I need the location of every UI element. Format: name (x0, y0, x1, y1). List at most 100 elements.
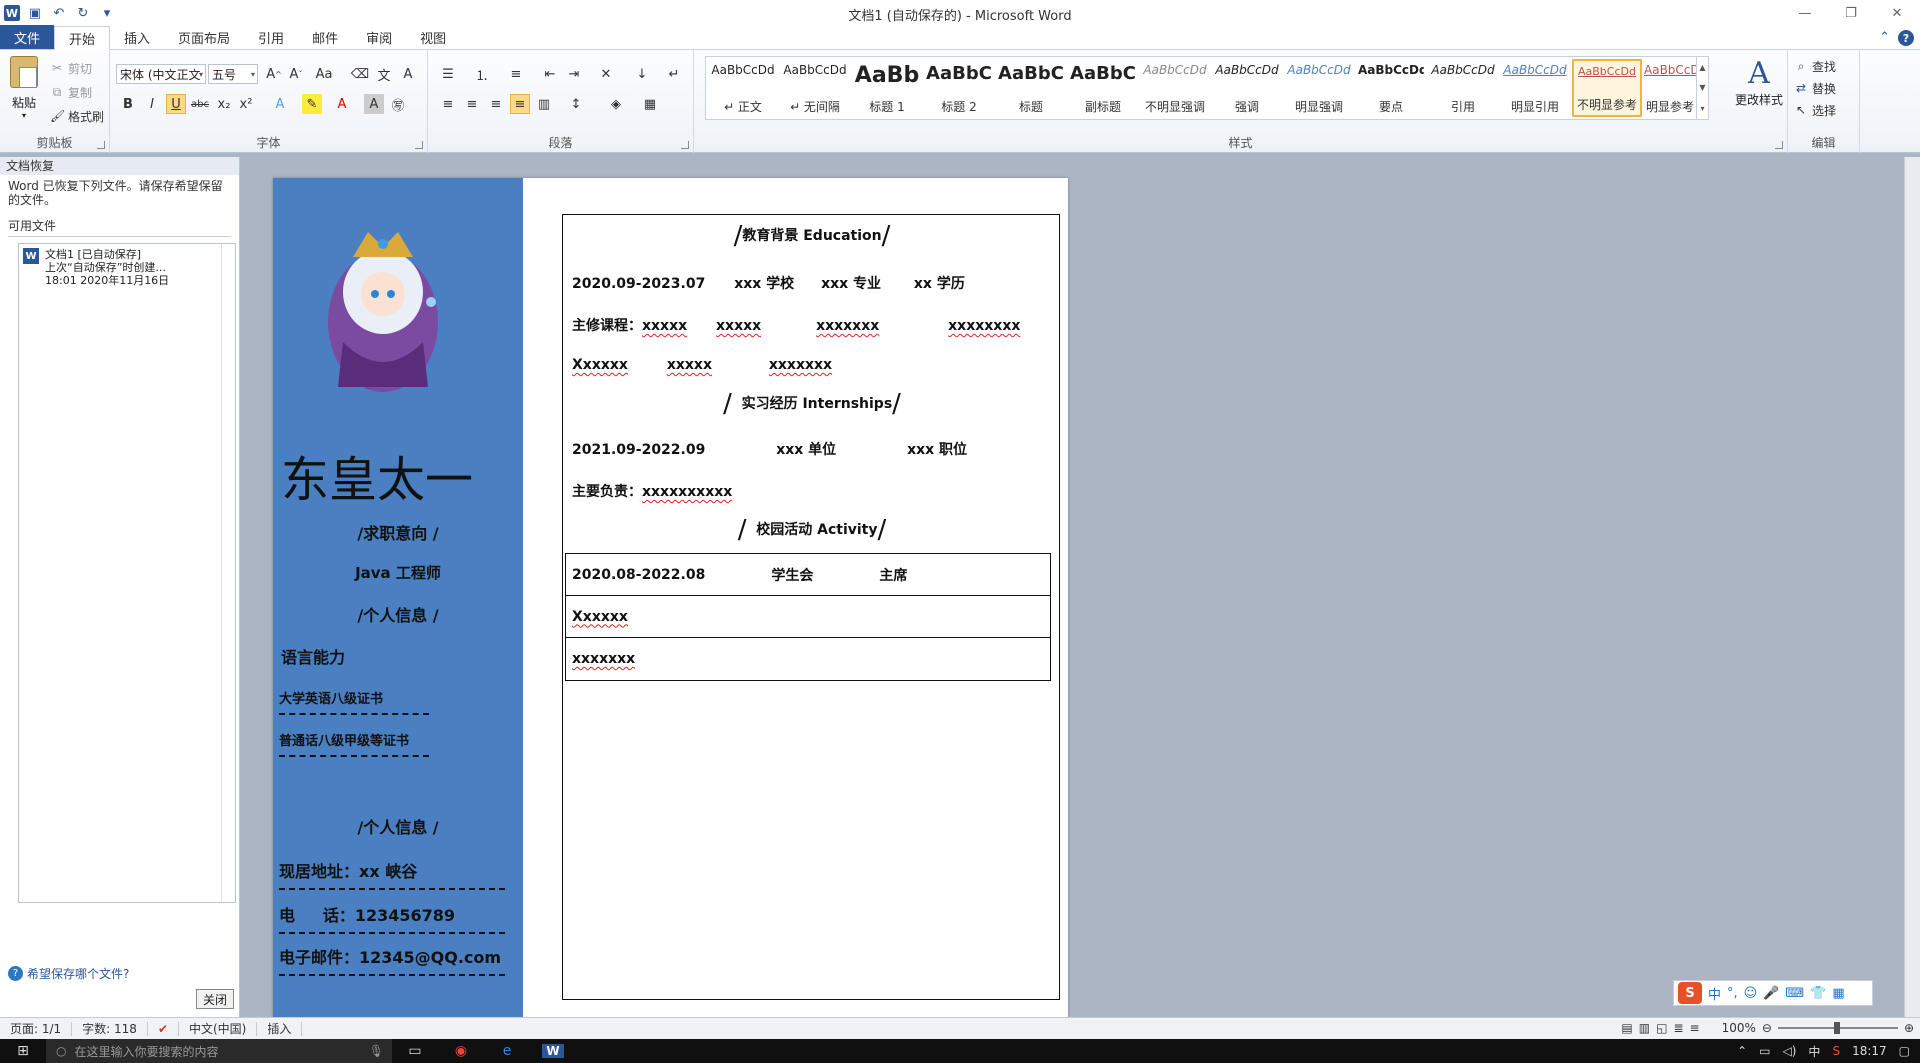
change-case-icon[interactable]: Aa (314, 64, 334, 84)
clock[interactable]: 18:17 (1852, 1044, 1887, 1058)
bold-icon[interactable]: B (118, 94, 138, 114)
more-icon[interactable]: ▾ (1700, 104, 1704, 113)
paragraph-launcher-icon[interactable] (681, 141, 689, 149)
decrease-indent-icon[interactable]: ⇤ (540, 64, 560, 84)
text-effects-icon[interactable]: A (270, 94, 290, 114)
sort-icon[interactable]: ↓ (632, 64, 652, 84)
keyboard-icon[interactable]: ⌨ (1785, 986, 1804, 1001)
toolbox-icon[interactable]: ▦ (1832, 986, 1844, 1001)
chrome-icon[interactable]: ◉ (438, 1043, 484, 1059)
table-row[interactable]: Xxxxxx (566, 596, 1050, 638)
page-count[interactable]: 页面: 1/1 (0, 1021, 73, 1036)
line-spacing-icon[interactable]: ↕ (566, 94, 586, 114)
redo-icon[interactable]: ↻ (74, 4, 92, 22)
strikethrough-icon[interactable]: abc (190, 94, 210, 114)
customize-icon[interactable]: ▾ (98, 4, 116, 22)
restore-icon[interactable]: ❐ (1828, 0, 1874, 26)
zoom-thumb[interactable] (1833, 1022, 1840, 1034)
emoji-icon[interactable]: ☺ (1744, 986, 1758, 1001)
style-intense-quote[interactable]: AaBbCcDd 明显引用 (1500, 59, 1570, 117)
ie-icon[interactable]: e (484, 1043, 530, 1059)
outline-icon[interactable]: ≣ (1673, 1021, 1683, 1035)
multilevel-list-icon[interactable]: ≡ (506, 64, 526, 84)
tab-review[interactable]: 审阅 (352, 25, 406, 49)
tab-file[interactable]: 文件 (0, 25, 54, 49)
zoom-slider[interactable] (1777, 1022, 1898, 1034)
list-scrollbar[interactable] (221, 244, 235, 902)
italic-icon[interactable]: I (142, 94, 162, 114)
tab-view[interactable]: 视图 (406, 25, 460, 49)
clear-format-icon[interactable]: ⌫ (350, 64, 370, 84)
select-button[interactable]: ↖ 选择 (1794, 100, 1836, 120)
chevron-down-icon[interactable]: ▼ (1699, 83, 1705, 92)
tab-page-layout[interactable]: 页面布局 (164, 25, 244, 49)
grow-font-icon[interactable]: A ^ (264, 64, 284, 84)
windows-start-icon[interactable]: ⊞ (0, 1043, 46, 1059)
style-intense-reference[interactable]: AaBbCcDd 明显参考 (1644, 59, 1696, 117)
underline-icon[interactable]: U (166, 94, 186, 114)
char-border-icon[interactable]: A (398, 64, 418, 84)
bullets-icon[interactable]: ☰ (438, 64, 458, 84)
style-subtitle[interactable]: AaBbC 副标题 (1068, 59, 1138, 117)
sogou-logo-icon[interactable]: S (1678, 982, 1702, 1004)
table-row[interactable]: xxxxxxx (566, 638, 1050, 680)
style-heading-1[interactable]: AaBb 标题 1 (852, 59, 922, 117)
taskbar-search-input[interactable]: ○ 在这里输入你要搜索的内容 🎙 (46, 1039, 392, 1063)
distributed-icon[interactable]: ▥ (534, 94, 554, 114)
chevron-up-icon[interactable]: ▲ (1699, 63, 1705, 72)
style-strong[interactable]: AaBbCcDd 要点 (1356, 59, 1426, 117)
sogou-tray-icon[interactable]: S (1832, 1044, 1840, 1058)
find-button[interactable]: ⌕ 查找 (1794, 56, 1836, 76)
shrink-font-icon[interactable]: Aˇ (286, 64, 306, 84)
skin-icon[interactable]: 👕 (1810, 986, 1826, 1001)
ime-indicator[interactable]: 中 (1808, 1043, 1820, 1060)
style-heading-2[interactable]: AaBbC 标题 2 (924, 59, 994, 117)
justify-icon[interactable]: ≡ (510, 94, 530, 114)
insert-mode[interactable]: 插入 (257, 1021, 303, 1036)
task-view-icon[interactable]: ▭ (392, 1043, 438, 1059)
align-left-icon[interactable]: ≡ (438, 94, 458, 114)
draft-icon[interactable]: ≡ (1690, 1021, 1700, 1035)
fullscreen-reading-icon[interactable]: ▥ (1639, 1021, 1650, 1035)
cut-button[interactable]: ✂ 剪切 (50, 58, 92, 78)
print-layout-icon[interactable]: ▤ (1621, 1021, 1632, 1035)
style-no-spacing[interactable]: AaBbCcDd ↵ 无间隔 (780, 59, 850, 117)
shading-icon[interactable]: ◈ (606, 94, 626, 114)
tab-references[interactable]: 引用 (244, 25, 298, 49)
word-count[interactable]: 字数: 118 (72, 1021, 148, 1036)
table-row[interactable]: 2020.08-2022.08 学生会 主席 (566, 554, 1050, 596)
show-marks-icon[interactable]: ↵ (664, 64, 684, 84)
borders-icon[interactable]: ▦ (640, 94, 660, 114)
clipboard-launcher-icon[interactable] (97, 141, 105, 149)
microphone-icon[interactable]: 🎙 (369, 1044, 384, 1058)
word-taskbar-icon[interactable]: W (530, 1044, 576, 1058)
which-file-help-link[interactable]: ? 希望保存哪个文件? (8, 965, 129, 982)
style-subtle-emphasis[interactable]: AaBbCcDd 不明显强调 (1140, 59, 1210, 117)
proofing-icon[interactable]: ✔ (148, 1021, 179, 1036)
style-subtle-reference[interactable]: AaBbCcDd 不明显参考 (1572, 59, 1642, 117)
save-icon[interactable]: ▣ (26, 4, 44, 22)
align-right-icon[interactable]: ≡ (486, 94, 506, 114)
web-layout-icon[interactable]: ◱ (1656, 1021, 1667, 1035)
tab-mailings[interactable]: 邮件 (298, 25, 352, 49)
zoom-in-icon[interactable]: ⊕ (1904, 1021, 1914, 1035)
change-styles-button[interactable]: A 更改样式 (1732, 56, 1786, 126)
align-center-icon[interactable]: ≡ (462, 94, 482, 114)
style-intense-emphasis[interactable]: AaBbCcDd 明显强调 (1284, 59, 1354, 117)
zoom-level[interactable]: 100% (1722, 1021, 1756, 1035)
chevron-down-icon[interactable]: ▾ (22, 111, 26, 120)
enclose-char-icon[interactable]: ㊢ (388, 94, 408, 114)
help-icon[interactable]: ? (1898, 30, 1914, 46)
recovered-file-item[interactable]: W 文档1 [已自动保存] 上次“自动保存”时创建... 18:01 2020年… (19, 244, 235, 291)
tab-insert[interactable]: 插入 (110, 25, 164, 49)
superscript-icon[interactable]: x² (236, 94, 256, 114)
style-title[interactable]: AaBbC 标题 (996, 59, 1066, 117)
font-size-select[interactable]: 五号 ▾ (208, 64, 258, 84)
gallery-scroll[interactable]: ▲ ▼ ▾ (1696, 57, 1708, 119)
paste-button[interactable]: 粘贴 ▾ (6, 56, 42, 126)
numbering-icon[interactable]: ⒈ (472, 64, 492, 84)
highlight-icon[interactable]: ✎ (302, 94, 322, 114)
zoom-out-icon[interactable]: ⊖ (1762, 1021, 1772, 1035)
copy-button[interactable]: ⧉ 复制 (50, 82, 92, 102)
tray-chevron-icon[interactable]: ⌃ (1737, 1044, 1747, 1058)
